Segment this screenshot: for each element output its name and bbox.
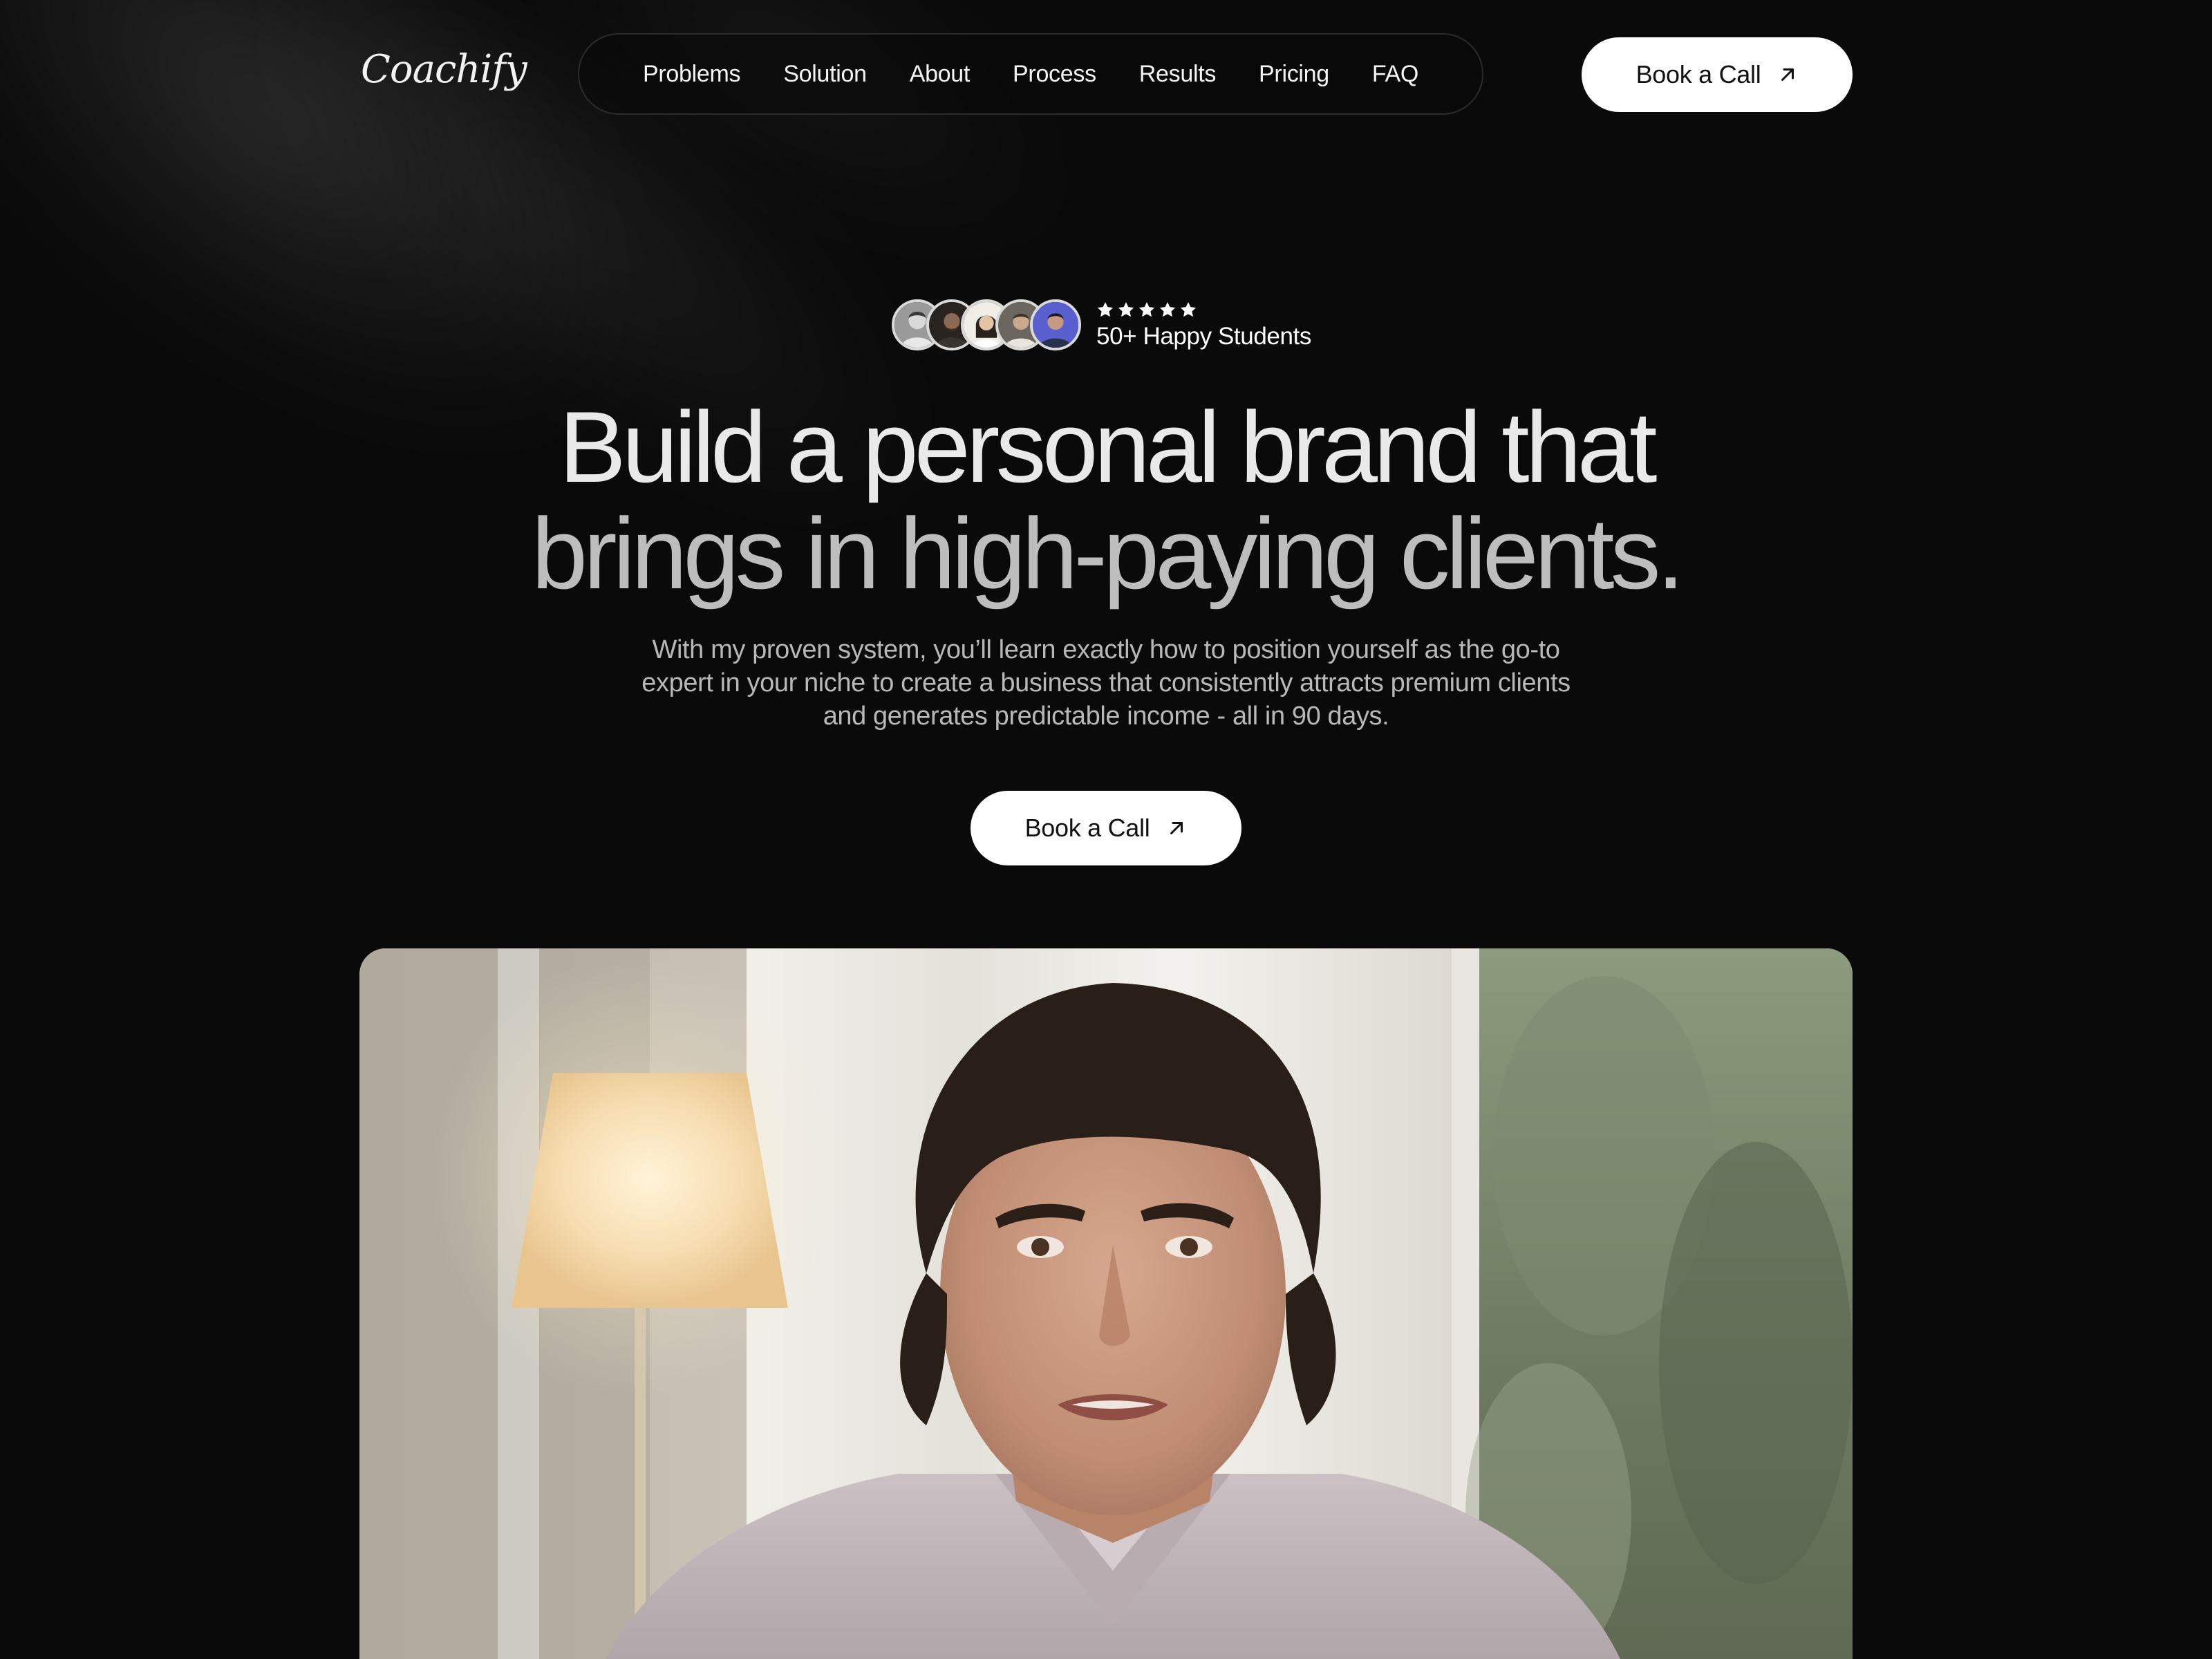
nav-item-pricing[interactable]: Pricing <box>1259 61 1329 88</box>
intro-video[interactable] <box>359 948 1853 1659</box>
social-proof: 50+ Happy Students <box>892 296 1311 354</box>
header-book-call-button[interactable]: Book a Call <box>1582 37 1853 112</box>
avatar <box>1030 299 1081 350</box>
hero-book-call-label: Book a Call <box>1024 814 1150 842</box>
hero-headline: Build a personal brand that brings in hi… <box>0 394 2212 607</box>
headline-line-1: Build a personal brand that <box>559 391 1657 503</box>
main-nav: Problems Solution About Process Results … <box>578 33 1483 115</box>
rating-stars <box>1096 299 1311 320</box>
nav-item-about[interactable]: About <box>910 61 971 88</box>
header-book-call-label: Book a Call <box>1635 60 1761 88</box>
hero-subtext: With my proven system, you’ll learn exac… <box>641 635 1571 731</box>
nav-item-results[interactable]: Results <box>1139 61 1217 88</box>
nav-item-process[interactable]: Process <box>1013 61 1096 88</box>
proof-text: 50+ Happy Students <box>1096 299 1311 350</box>
student-avatars <box>892 299 1081 350</box>
nav-item-problems[interactable]: Problems <box>643 61 741 88</box>
landing-page: Coachify Problems Solution About Process… <box>0 0 2212 1659</box>
star-icon <box>1097 301 1114 317</box>
coach-portrait-image <box>359 948 1853 1659</box>
star-icon <box>1180 301 1197 317</box>
star-icon <box>1159 301 1176 317</box>
star-icon <box>1138 301 1155 317</box>
star-icon <box>1118 301 1134 317</box>
headline-line-2: brings in high-paying clients. <box>531 497 1685 610</box>
nav-item-solution[interactable]: Solution <box>783 61 867 88</box>
happy-students-label: 50+ Happy Students <box>1096 323 1311 350</box>
brand-logo[interactable]: Coachify <box>361 47 527 92</box>
nav-item-faq[interactable]: FAQ <box>1372 61 1418 88</box>
arrow-up-right-icon <box>1170 822 1183 834</box>
hero-book-call-button[interactable]: Book a Call <box>971 791 1241 865</box>
arrow-up-right-icon <box>1781 68 1794 81</box>
